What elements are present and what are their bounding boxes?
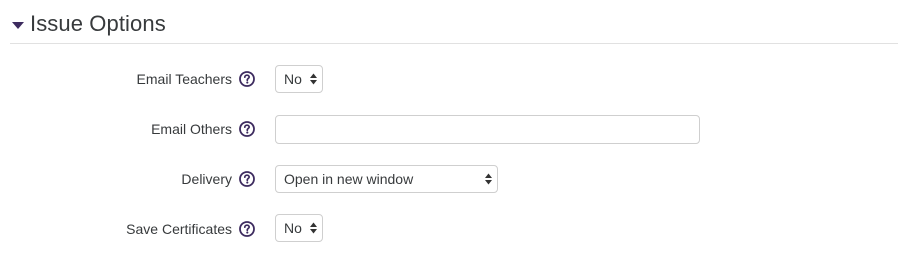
select-arrows-icon [310,73,317,85]
email-others-label: Email Others [151,121,232,137]
section-divider [10,43,898,44]
save-certificates-label: Save Certificates [126,221,232,237]
save-certificates-row: Save Certificates No [0,214,908,244]
issue-options-toggle[interactable]: Issue Options [12,6,166,42]
section-title: Issue Options [30,11,166,36]
save-certificates-select[interactable]: No [275,214,323,242]
delivery-row: Delivery Open in new window [0,164,908,194]
email-teachers-label: Email Teachers [136,71,232,87]
delivery-select[interactable]: Open in new window [275,165,498,193]
delivery-value: Open in new window [284,171,414,187]
email-others-input[interactable] [275,115,700,144]
delivery-label: Delivery [181,171,232,187]
email-teachers-value: No [284,71,302,87]
save-certificates-value: No [284,220,302,236]
email-teachers-select[interactable]: No [275,65,323,93]
email-others-row: Email Others [0,114,908,144]
select-arrows-icon [310,222,317,234]
help-icon[interactable] [239,121,255,137]
help-icon[interactable] [239,71,255,87]
caret-down-icon[interactable] [12,21,24,29]
email-teachers-row: Email Teachers No [0,64,908,94]
help-icon[interactable] [239,171,255,187]
help-icon[interactable] [239,221,255,237]
select-arrows-icon [485,173,492,185]
